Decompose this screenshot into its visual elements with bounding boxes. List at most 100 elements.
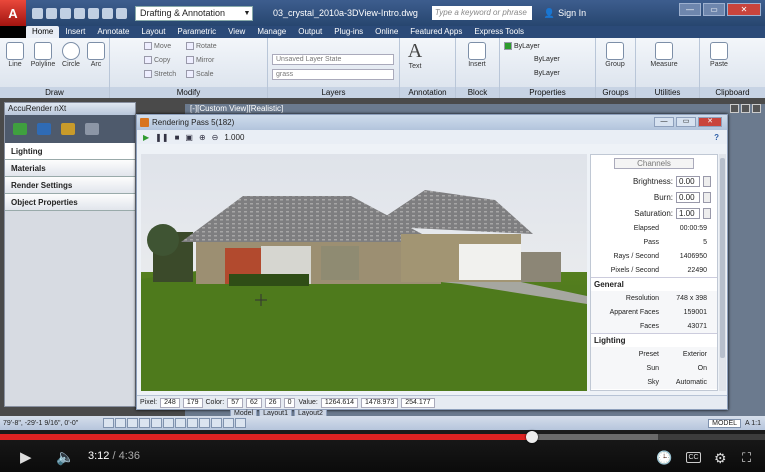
watch-later-icon[interactable]: 🕒 [656,450,672,466]
workspace-dropdown[interactable]: Drafting & Annotation ▼ [135,5,253,21]
polar-toggle[interactable] [139,418,150,428]
lwt-toggle[interactable] [199,418,210,428]
sign-in-button[interactable]: 👤 Sign In [544,8,586,19]
tab-output[interactable]: Output [292,26,328,38]
tab-view[interactable]: View [222,26,251,38]
lineweight-dropdown[interactable]: ByLayer [534,70,560,77]
saveas-icon[interactable] [74,7,85,19]
palette-item-render-settings[interactable]: Render Settings [5,177,135,194]
measure-tool[interactable]: Measure [644,42,684,68]
tab-plug-ins[interactable]: Plug-ins [328,26,369,38]
redo-icon[interactable] [116,7,127,19]
pause-icon[interactable]: ❚❚ [155,133,168,142]
render-maximize-button[interactable]: ▭ [676,117,696,127]
saturation-input[interactable]: 1.00 [676,207,700,219]
zoom-in-icon[interactable]: ⊕ [199,133,206,142]
palette-item-object-properties[interactable]: Object Properties [5,194,135,211]
otrack-toggle[interactable] [163,418,174,428]
save-icon[interactable] [60,7,71,19]
rotate-tool[interactable]: Rotate [186,42,217,50]
rendered-image[interactable] [141,154,587,391]
render-close-button[interactable]: ✕ [698,117,722,127]
search-input[interactable]: Type a keyword or phrase [431,6,532,20]
open-icon[interactable] [46,7,57,19]
tab-parametric[interactable]: Parametric [171,26,222,38]
tab-featured-apps[interactable]: Featured Apps [404,26,468,38]
palette-item-lighting[interactable]: Lighting [5,143,135,160]
burn-input[interactable]: 0.00 [676,191,700,203]
undo-icon[interactable] [102,7,113,19]
circle-tool[interactable]: Circle [60,42,82,68]
tpy-toggle[interactable] [211,418,222,428]
vp-close-button[interactable] [752,104,761,113]
vp-minimize-button[interactable] [730,104,739,113]
polyline-tool[interactable]: Polyline [30,42,56,68]
captions-button[interactable]: CC [686,452,701,463]
annotation-scale[interactable]: A 1:1 [745,420,761,427]
stretch-tool[interactable]: Stretch [144,70,176,78]
qp-toggle[interactable] [223,418,234,428]
scale-tool[interactable]: Scale [186,70,214,78]
play-button[interactable]: ▶ [20,450,32,466]
volume-icon[interactable]: 🔈 [56,450,75,466]
color-dropdown[interactable]: ByLayer [504,42,540,50]
palette-item-materials[interactable]: Materials [5,160,135,177]
stop-icon[interactable]: ■ [175,133,180,142]
snap-toggle[interactable] [103,418,114,428]
arc-tool[interactable]: Arc [86,42,106,68]
ortho-toggle[interactable] [127,418,138,428]
render-icon[interactable] [13,123,27,135]
print-icon[interactable] [88,7,99,19]
layer-dropdown[interactable]: grass [272,69,394,80]
options-icon[interactable] [85,123,99,135]
viewport-label[interactable]: [-][Custom View][Realistic] [190,104,283,113]
tab-insert[interactable]: Insert [59,26,91,38]
tab-express-tools[interactable]: Express Tools [468,26,530,38]
render-panel-scrollbar[interactable] [719,154,726,391]
insert-tool[interactable]: Insert [464,42,490,68]
layer-state-dropdown[interactable]: Unsaved Layer State [272,54,394,65]
brightness-stepper[interactable] [703,175,711,187]
fullscreen-icon[interactable]: ⛶ [742,450,751,466]
sc-toggle[interactable] [235,418,246,428]
ducs-toggle[interactable] [175,418,186,428]
saturation-stepper[interactable] [703,207,711,219]
help-icon[interactable]: ? [714,133,719,142]
autocad-logo-icon[interactable]: A [0,0,26,26]
model-space-button[interactable]: MODEL [708,418,742,428]
copy-tool[interactable]: Copy [144,56,170,64]
linetype-dropdown[interactable]: ByLayer [534,56,560,63]
save-image-icon[interactable]: ▣ [185,133,193,142]
maximize-button[interactable]: ▭ [703,3,725,16]
vp-restore-button[interactable] [741,104,750,113]
grid-toggle[interactable] [115,418,126,428]
pencil-icon[interactable] [61,123,75,135]
tab-online[interactable]: Online [369,26,404,38]
settings-icon[interactable] [37,123,51,135]
tab-home[interactable]: Home [26,26,60,38]
group-tool[interactable]: Group [600,42,630,68]
move-tool[interactable]: Move [144,42,171,50]
tab-manage[interactable]: Manage [251,26,292,38]
general-header[interactable]: General [591,277,717,291]
osnap-toggle[interactable] [151,418,162,428]
line-tool[interactable]: Line [4,42,26,68]
paste-tool[interactable]: Paste [706,42,732,68]
burn-stepper[interactable] [703,191,711,203]
play-icon[interactable]: ▶ [143,133,149,142]
scrubber-knob[interactable] [526,431,539,443]
progress-bar[interactable] [0,431,765,443]
zoom-out-icon[interactable]: ⊖ [212,133,219,142]
tab-layout[interactable]: Layout [135,26,171,38]
dyn-toggle[interactable] [187,418,198,428]
render-minimize-button[interactable]: — [654,117,674,127]
mirror-tool[interactable]: Mirror [186,56,214,64]
brightness-input[interactable]: 0.00 [676,175,700,187]
lighting-header[interactable]: Lighting [591,333,717,347]
close-button[interactable]: ✕ [727,3,761,16]
channels-button[interactable]: Channels [614,158,694,169]
text-tool[interactable]: A Text [404,40,426,70]
scrollbar-thumb[interactable] [720,158,725,358]
new-icon[interactable] [32,7,43,19]
settings-gear-icon[interactable]: ⚙ [714,450,727,466]
